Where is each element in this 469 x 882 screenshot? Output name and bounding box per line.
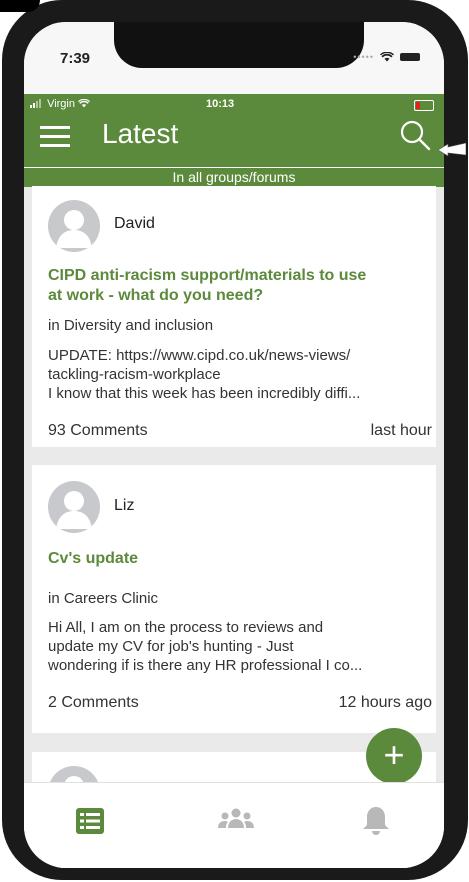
excerpt-line: I know that this week has been incredibl… xyxy=(48,385,361,402)
hamburger-line xyxy=(40,126,70,129)
hamburger-line xyxy=(40,135,70,138)
post-title-line: at work - what do you need? xyxy=(48,287,264,304)
post-title-line: Cv's update xyxy=(48,550,139,567)
excerpt-line: wondering if is there any HR professiona… xyxy=(48,657,363,674)
comment-count[interactable]: 2 Comments xyxy=(48,694,139,712)
default-avatar-icon xyxy=(64,776,84,782)
avatar xyxy=(48,481,100,533)
app-container: Virgin 10:13 Latest In all groups/forums… xyxy=(24,94,444,868)
default-avatar-icon xyxy=(56,491,92,529)
wifi-icon xyxy=(380,52,394,62)
ios-status-icons: ••••• xyxy=(353,52,420,62)
feed-list-icon[interactable] xyxy=(70,801,110,841)
excerpt-line: update my CV for job's hunting - Just xyxy=(48,638,294,655)
cell-signal-icon xyxy=(30,99,41,108)
post-title[interactable]: CIPD anti-racism support/materials to us… xyxy=(48,266,428,306)
hamburger-line xyxy=(40,144,70,147)
post-time: last hour xyxy=(370,422,432,439)
comment-count[interactable]: 93 Comments xyxy=(48,422,148,440)
post-card[interactable]: Liz Cv's update in Careers Clinic Hi All… xyxy=(32,465,436,733)
phone-corner xyxy=(0,0,40,12)
bell-icon[interactable] xyxy=(356,801,396,841)
post-title[interactable]: Cv's update xyxy=(48,549,428,569)
post-excerpt: Hi All, I am on the process to reviews a… xyxy=(48,618,432,675)
post-time: 12 hours ago xyxy=(338,694,432,711)
excerpt-line: UPDATE: https://www.cipd.co.uk/news-view… xyxy=(48,347,351,364)
avatar xyxy=(48,200,100,252)
groups-icon[interactable] xyxy=(216,801,256,841)
excerpt-line: Hi All, I am on the process to reviews a… xyxy=(48,619,324,636)
low-battery-icon xyxy=(414,100,434,111)
app-status-bar: Virgin 10:13 xyxy=(30,97,434,113)
callout-pointer-icon xyxy=(438,142,466,157)
post-author[interactable]: David xyxy=(114,215,155,233)
bottom-tab-bar xyxy=(24,782,444,868)
signal-dots-icon: ••••• xyxy=(353,52,374,62)
notch xyxy=(114,22,364,68)
page-title: Latest xyxy=(102,118,179,149)
carrier-name: Virgin xyxy=(47,98,75,110)
carrier-wifi-icon xyxy=(78,98,91,108)
ios-status-bar: 7:39 ••••• xyxy=(24,22,444,94)
avatar xyxy=(48,766,100,782)
search-icon[interactable] xyxy=(398,118,432,152)
post-group[interactable]: in Diversity and inclusion xyxy=(48,317,213,334)
ios-clock: 7:39 xyxy=(60,50,91,67)
app-header: Virgin 10:13 Latest In all groups/forums xyxy=(24,94,444,187)
menu-button[interactable] xyxy=(40,126,70,148)
post-feed[interactable]: David CIPD anti-racism support/materials… xyxy=(24,186,444,782)
battery-icon xyxy=(400,53,420,61)
post-author[interactable]: Liz xyxy=(114,497,134,515)
app-clock: 10:13 xyxy=(206,98,235,110)
post-group[interactable]: in Careers Clinic xyxy=(48,590,158,607)
default-avatar-icon xyxy=(56,210,92,248)
carrier-label: Virgin xyxy=(30,98,91,110)
scope-subtitle: In all groups/forums xyxy=(24,167,444,187)
new-post-button[interactable]: + xyxy=(366,728,422,784)
post-title-line: CIPD anti-racism support/materials to us… xyxy=(48,267,367,284)
post-card[interactable]: David CIPD anti-racism support/materials… xyxy=(32,186,436,447)
post-excerpt: UPDATE: https://www.cipd.co.uk/news-view… xyxy=(48,346,432,403)
phone-screen: 7:39 ••••• Virgin 10:13 Latest In all gr… xyxy=(24,22,444,868)
excerpt-line: tackling-racism-workplace xyxy=(48,366,221,383)
